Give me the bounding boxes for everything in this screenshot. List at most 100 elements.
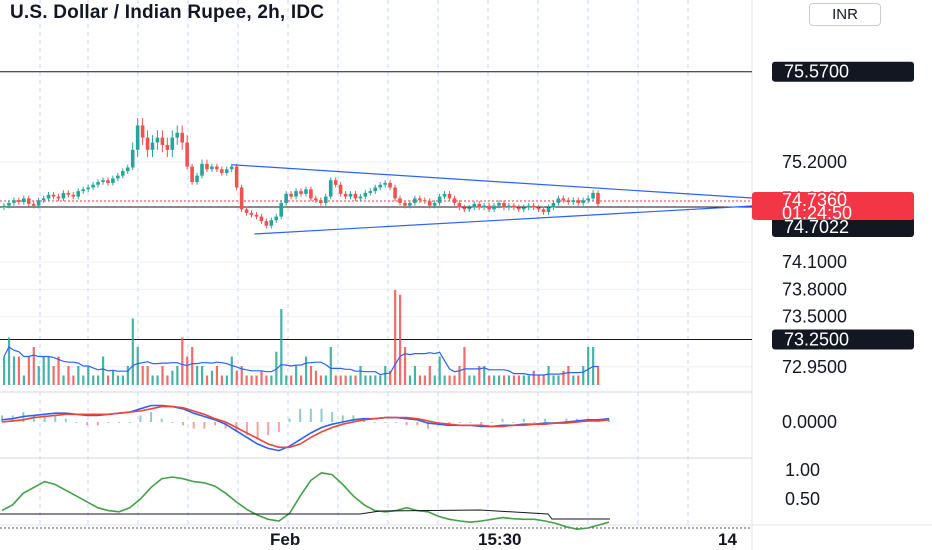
volume-bar bbox=[161, 366, 164, 385]
volume-bar bbox=[522, 375, 525, 385]
volume-bar bbox=[47, 356, 50, 385]
volume-bar bbox=[582, 366, 585, 385]
volume-bar bbox=[270, 375, 273, 385]
candle-body bbox=[457, 202, 462, 208]
candle-body bbox=[541, 209, 546, 213]
last-price-tag-pointer bbox=[752, 205, 758, 207]
candle-body bbox=[452, 198, 457, 203]
volume-bar bbox=[141, 366, 144, 385]
candle-body bbox=[249, 212, 254, 215]
macd-histogram-bar bbox=[1, 415, 3, 422]
candle-body bbox=[442, 193, 447, 197]
candle-body bbox=[155, 137, 160, 143]
volume-bar bbox=[413, 366, 417, 385]
candle-body bbox=[576, 200, 580, 203]
volume-bar bbox=[329, 347, 332, 385]
macd-histogram-bar bbox=[64, 418, 67, 422]
volume-bar bbox=[196, 366, 199, 385]
time-tick-label: 14 bbox=[718, 530, 737, 549]
candlesticks bbox=[2, 118, 600, 229]
macd-histogram-bar bbox=[118, 422, 121, 423]
candle-body bbox=[556, 198, 561, 203]
candle-body bbox=[66, 192, 71, 195]
candle-body bbox=[229, 166, 234, 170]
volume-bar bbox=[438, 356, 441, 385]
volume-bar bbox=[577, 375, 580, 385]
macd-histogram-bar bbox=[331, 412, 334, 422]
volume-bar bbox=[587, 347, 590, 385]
candle-body bbox=[125, 167, 130, 172]
volume-bar bbox=[423, 375, 426, 385]
candle-body bbox=[274, 216, 279, 221]
candle-body bbox=[343, 193, 348, 197]
volume-bar bbox=[512, 375, 516, 385]
volume-bar bbox=[498, 375, 501, 385]
volume-bar bbox=[463, 347, 466, 385]
macd-histogram-bar bbox=[182, 422, 185, 426]
volume-bar bbox=[280, 309, 283, 385]
chart-canvas[interactable]: 76.500076.000075.200074.100073.800073.50… bbox=[0, 0, 932, 550]
volume-bar bbox=[537, 375, 540, 385]
macd-histogram-bar bbox=[544, 418, 547, 422]
candle-body bbox=[551, 202, 556, 208]
volume-bar bbox=[126, 366, 129, 385]
candle-body bbox=[111, 178, 115, 183]
volume-bar bbox=[17, 356, 21, 385]
volume-bar bbox=[37, 366, 40, 385]
volume-bar bbox=[488, 375, 491, 385]
candle-body bbox=[526, 205, 531, 208]
level-tag-label: 75.5700 bbox=[784, 62, 849, 82]
macd-histogram-bar bbox=[150, 412, 153, 422]
price-tick-label: 73.5000 bbox=[782, 307, 847, 327]
level-tag-label: 73.2500 bbox=[784, 329, 849, 349]
price-tick-label: 73.8000 bbox=[782, 279, 847, 299]
volume-bar bbox=[359, 366, 362, 385]
volume-bar bbox=[473, 375, 476, 385]
volume-bar bbox=[166, 375, 169, 385]
candle-body bbox=[269, 220, 274, 226]
volume-bar bbox=[428, 366, 431, 385]
macd-histogram-bar bbox=[458, 422, 461, 423]
candle-body bbox=[26, 198, 31, 204]
candle-body bbox=[309, 189, 313, 199]
volume-bar bbox=[507, 375, 511, 385]
candle-body bbox=[121, 171, 125, 176]
volume-bar bbox=[220, 375, 223, 385]
candle-body bbox=[195, 175, 199, 183]
candle-body bbox=[210, 166, 214, 170]
volume-bar bbox=[111, 370, 115, 385]
macd-histogram-bar bbox=[213, 422, 216, 426]
currency-button[interactable]: INR bbox=[809, 3, 881, 26]
time-axis: Feb 15:30 14 bbox=[270, 530, 737, 549]
volume-bar bbox=[374, 375, 377, 385]
candle-body bbox=[2, 205, 6, 208]
volume-bar bbox=[186, 356, 189, 385]
candle-body bbox=[150, 142, 155, 150]
candle-body bbox=[205, 163, 209, 170]
candle-body bbox=[239, 187, 244, 210]
candle-body bbox=[91, 184, 95, 188]
volume-bar bbox=[146, 366, 149, 385]
volume-bar bbox=[235, 370, 238, 385]
volume-bar bbox=[181, 337, 184, 385]
volume-bar bbox=[295, 366, 298, 385]
candle-body bbox=[284, 193, 288, 203]
candle-body bbox=[279, 202, 283, 217]
candle-body bbox=[160, 137, 165, 145]
candle-body bbox=[472, 203, 477, 208]
volume-bar bbox=[443, 375, 446, 385]
volume-bar bbox=[354, 375, 357, 385]
volume-bar bbox=[151, 375, 154, 385]
candle-body bbox=[497, 202, 501, 206]
volume-bar bbox=[517, 375, 520, 385]
macd-histogram-bar bbox=[384, 422, 387, 423]
candle-body bbox=[185, 142, 189, 167]
candle-body bbox=[393, 187, 397, 199]
macd-histogram-bar bbox=[256, 422, 259, 439]
candle-body bbox=[41, 198, 46, 201]
volume-bar bbox=[597, 366, 600, 385]
candle-body bbox=[531, 205, 536, 208]
candle-body bbox=[368, 191, 373, 193]
candle-body bbox=[323, 196, 328, 203]
volume-bar bbox=[121, 375, 124, 385]
